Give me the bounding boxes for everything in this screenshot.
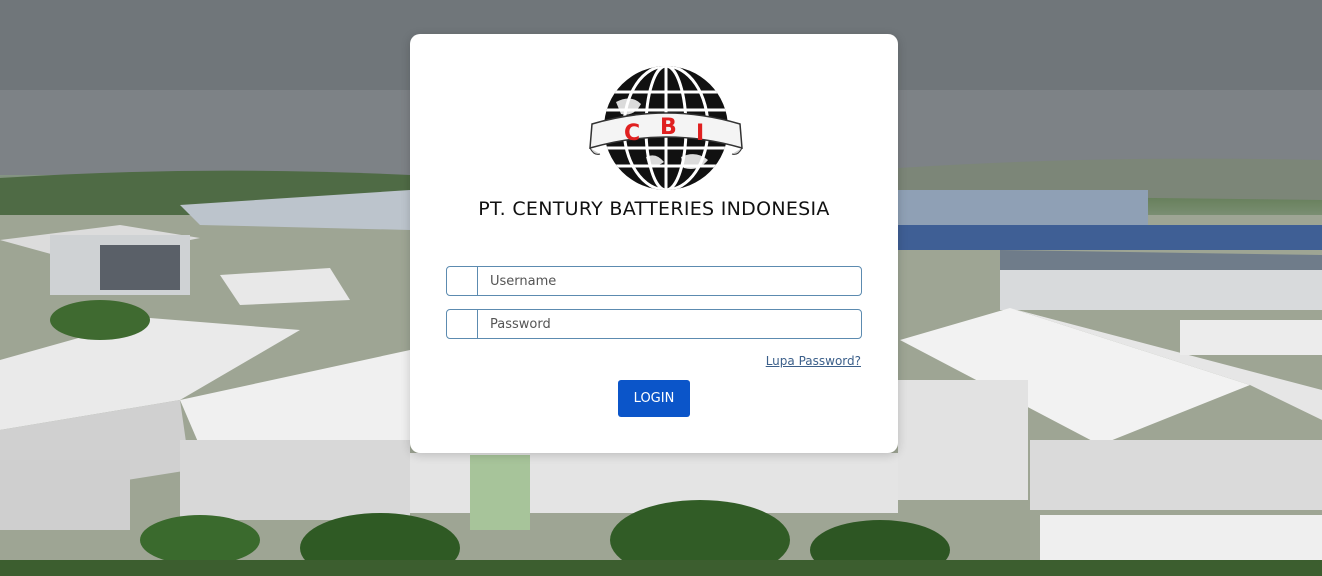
logo-letter-c: C: [624, 121, 640, 146]
cbi-globe-logo: C B I: [589, 66, 743, 190]
lock-icon: [447, 310, 478, 338]
forgot-password-link[interactable]: Lupa Password?: [766, 354, 861, 368]
username-field-group: [446, 266, 862, 296]
user-icon: [447, 267, 478, 295]
logo-letter-b: B: [660, 115, 677, 140]
login-card: C B I PT. CENTURY BATTERIES INDONESIA Lu…: [410, 34, 898, 453]
username-input[interactable]: [478, 267, 861, 295]
company-name: PT. CENTURY BATTERIES INDONESIA: [478, 198, 830, 220]
password-input[interactable]: [478, 310, 861, 338]
password-field-group: [446, 309, 862, 339]
login-button[interactable]: LOGIN: [618, 380, 690, 417]
logo-letter-i: I: [696, 121, 704, 146]
